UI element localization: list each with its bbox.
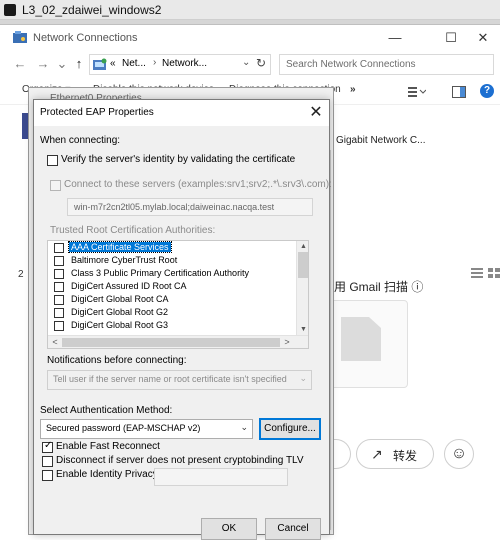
ca-item-label: Class 3 Public Primary Certification Aut… bbox=[71, 268, 250, 278]
remote-session-titlebar: L3_02_zdaiwei_windows2 bbox=[0, 0, 500, 24]
ca-checkbox[interactable] bbox=[54, 308, 64, 318]
ca-checkbox[interactable] bbox=[54, 243, 64, 253]
verify-server-label[interactable]: Verify the server's identity by validati… bbox=[61, 154, 295, 165]
refresh-icon[interactable]: ↻ bbox=[256, 56, 266, 70]
ca-list-item[interactable]: DigiCert Global Root G3 bbox=[50, 320, 295, 333]
notifications-label: Notifications before connecting: bbox=[47, 355, 187, 366]
cancel-button[interactable]: Cancel bbox=[265, 518, 321, 540]
ca-checkbox[interactable] bbox=[54, 321, 64, 331]
ca-item-label: DigiCert Global Root G3 bbox=[71, 320, 169, 330]
document-icon bbox=[341, 317, 381, 361]
fast-reconnect-checkbox[interactable] bbox=[42, 440, 53, 453]
recent-locations-button[interactable]: ⌄ bbox=[54, 55, 70, 73]
up-button[interactable]: ↑ bbox=[71, 55, 87, 73]
ca-list-item[interactable]: Baltimore CyberTrust Root bbox=[50, 255, 295, 268]
address-row: ← → ⌄ ↑ « Net... › Network... ⌄ ↻ bbox=[0, 52, 500, 78]
connect-servers-label: Connect to these servers (examples:srv1;… bbox=[64, 179, 332, 190]
close-button[interactable]: ✕ bbox=[468, 25, 498, 51]
scroll-thumb[interactable] bbox=[298, 252, 308, 278]
search-box[interactable] bbox=[279, 54, 494, 75]
maximize-button[interactable]: ☐ bbox=[436, 25, 466, 51]
gmail-scan-text: 使用 Gmail 扫描 ⓘ bbox=[322, 280, 424, 294]
forward-button[interactable]: → bbox=[35, 55, 51, 73]
chevron-down-icon: ⌄ bbox=[240, 422, 248, 432]
ca-list-item[interactable]: DigiCert Assured ID Root CA bbox=[50, 281, 295, 294]
help-icon[interactable]: ? bbox=[480, 84, 494, 98]
search-input[interactable] bbox=[280, 55, 493, 74]
more-commands[interactable]: » bbox=[350, 84, 356, 95]
ca-checkbox[interactable] bbox=[54, 256, 64, 266]
breadcrumb-separator: › bbox=[153, 57, 157, 68]
control-panel-icon bbox=[93, 58, 107, 70]
chevron-down-icon[interactable]: ⌄ bbox=[242, 57, 250, 68]
identity-privacy-textbox[interactable] bbox=[154, 468, 288, 486]
auth-method-select[interactable]: Secured password (EAP-MSCHAP v2) ⌄ bbox=[40, 419, 253, 439]
ca-list-item[interactable]: Class 3 Public Primary Certification Aut… bbox=[50, 268, 295, 281]
scroll-up-icon[interactable]: ▲ bbox=[297, 241, 308, 252]
configure-button[interactable]: Configure... bbox=[259, 418, 321, 440]
breadcrumb-network[interactable]: Network... bbox=[162, 58, 207, 69]
ok-button[interactable]: OK bbox=[201, 518, 257, 540]
ca-list-item[interactable]: DigiCert Global Root G2 bbox=[50, 307, 295, 320]
window-title: Network Connections bbox=[33, 32, 138, 44]
dialog-title: Protected EAP Properties bbox=[40, 107, 154, 118]
servers-textbox[interactable]: win-m7r2cn2tl05.mylab.local;daiweinac.na… bbox=[67, 198, 313, 216]
notifications-select[interactable]: Tell user if the server name or root cer… bbox=[47, 370, 312, 390]
network-folder-icon bbox=[13, 31, 27, 43]
auth-method-label: Select Authentication Method: bbox=[40, 405, 173, 416]
ca-item-label: AAA Certificate Services bbox=[68, 241, 172, 253]
fast-reconnect-label[interactable]: Enable Fast Reconnect bbox=[56, 441, 160, 452]
scroll-left-icon[interactable]: < bbox=[49, 336, 61, 348]
ca-checkbox[interactable] bbox=[54, 269, 64, 279]
ca-item-label: Baltimore CyberTrust Root bbox=[71, 255, 178, 265]
minimize-button[interactable]: — bbox=[380, 25, 410, 51]
ca-item-label: DigiCert Global Root CA bbox=[71, 294, 169, 304]
back-button[interactable]: ← bbox=[12, 55, 28, 73]
forward-icon: ↗ bbox=[371, 446, 383, 462]
horizontal-scrollbar[interactable]: < > bbox=[48, 335, 308, 348]
connect-servers-checkbox[interactable] bbox=[50, 180, 61, 191]
identity-privacy-label[interactable]: Enable Identity Privacy bbox=[56, 469, 158, 480]
item-count: 2 bbox=[18, 269, 24, 280]
ca-list-item[interactable]: DigiCert Global Root CA bbox=[50, 294, 295, 307]
vertical-scrollbar[interactable]: ▲ ▼ bbox=[296, 241, 308, 335]
address-bar[interactable]: « Net... › Network... ⌄ ↻ bbox=[89, 54, 271, 75]
trusted-root-label: Trusted Root Certification Authorities: bbox=[50, 225, 216, 236]
attachment-card[interactable] bbox=[326, 300, 408, 388]
notifications-value: Tell user if the server name or root cer… bbox=[53, 374, 287, 384]
address-prefix: « bbox=[110, 58, 116, 69]
chevron-down-icon: ⌄ bbox=[299, 373, 307, 383]
dialog-titlebar: Protected EAP Properties ✕ bbox=[34, 100, 329, 126]
large-icons-view-icon[interactable] bbox=[487, 267, 500, 279]
ca-checkbox[interactable] bbox=[54, 295, 64, 305]
scroll-down-icon[interactable]: ▼ bbox=[297, 324, 308, 335]
change-view-icon[interactable] bbox=[408, 86, 426, 98]
breadcrumb-net[interactable]: Net... bbox=[122, 58, 146, 69]
window-titlebar: Network Connections — ☐ ✕ bbox=[0, 25, 500, 51]
forward-label: 转发 bbox=[393, 449, 418, 463]
session-title: L3_02_zdaiwei_windows2 bbox=[22, 3, 162, 17]
disconnect-tlv-checkbox[interactable] bbox=[42, 456, 53, 467]
emoji-icon[interactable]: ☺ bbox=[444, 439, 474, 469]
details-view-icon[interactable] bbox=[470, 267, 484, 279]
identity-privacy-checkbox[interactable] bbox=[42, 470, 53, 481]
verify-server-checkbox[interactable] bbox=[47, 155, 58, 166]
disconnect-tlv-label[interactable]: Disconnect if server does not present cr… bbox=[56, 455, 304, 466]
ca-item-label: DigiCert Global Root G2 bbox=[71, 307, 169, 317]
scroll-right-icon[interactable]: > bbox=[281, 336, 293, 348]
forward-button[interactable]: ↗ 转发 bbox=[356, 439, 434, 469]
auth-method-value: Secured password (EAP-MSCHAP v2) bbox=[46, 423, 201, 433]
adapter-name[interactable]: Gigabit Network C... bbox=[336, 135, 425, 146]
session-icon bbox=[4, 4, 16, 16]
protected-eap-properties-dialog: Protected EAP Properties ✕ When connecti… bbox=[33, 99, 332, 540]
dialog-close-button[interactable]: ✕ bbox=[306, 102, 326, 122]
ca-item-label: DigiCert Assured ID Root CA bbox=[71, 281, 187, 291]
scroll-thumb-horizontal[interactable] bbox=[62, 338, 280, 347]
ca-list-item[interactable]: AAA Certificate Services bbox=[50, 241, 295, 255]
when-connecting-label: When connecting: bbox=[40, 135, 121, 146]
preview-pane-icon[interactable] bbox=[452, 86, 466, 98]
trusted-ca-list[interactable]: AAA Certificate Services Baltimore Cyber… bbox=[47, 240, 309, 349]
ca-checkbox[interactable] bbox=[54, 282, 64, 292]
